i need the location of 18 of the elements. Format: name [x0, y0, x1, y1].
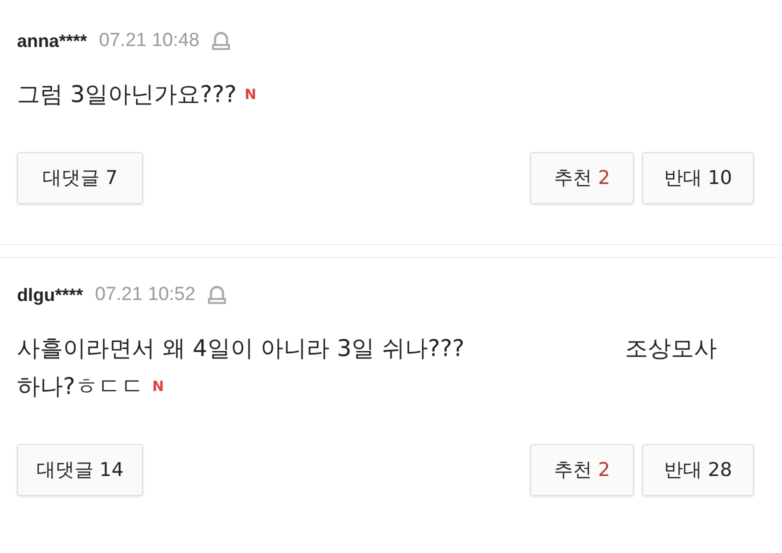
comment-text: 하나?ㅎㄷㄷ: [17, 373, 144, 402]
author-name: anna****: [17, 30, 88, 52]
like-button[interactable]: 추천 2: [530, 444, 634, 496]
new-label: N: [244, 86, 256, 104]
dislike-button[interactable]: 반대 28: [642, 444, 754, 496]
comment-time: 07.21 10:52: [95, 284, 196, 306]
author-name: dlgu****: [17, 284, 84, 306]
comment-time: 07.21 10:48: [99, 30, 200, 52]
dislike-button[interactable]: 반대 10: [642, 152, 754, 204]
replies-button[interactable]: 대댓글 14: [17, 444, 143, 496]
bell-icon[interactable]: [207, 284, 228, 306]
new-label: N: [152, 378, 164, 396]
bell-icon[interactable]: [211, 30, 232, 52]
comment-text: 조상모사: [625, 335, 717, 364]
replies-button[interactable]: 대댓글 7: [17, 152, 143, 204]
comment-text: 그럼 3일아닌가요???: [17, 81, 237, 110]
like-button[interactable]: 추천 2: [530, 152, 634, 204]
comment-text: 사흘이라면서 왜 4일이 아니라 3일 쉬나???: [17, 335, 464, 364]
